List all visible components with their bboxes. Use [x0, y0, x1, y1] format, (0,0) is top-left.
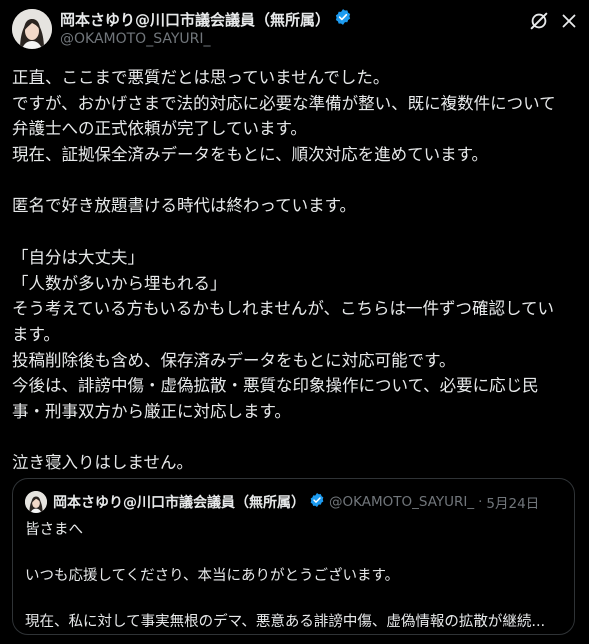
post-line: 事・刑事双方から厳正に対応します。 — [12, 401, 291, 421]
quoted-line: 皆さまへ — [25, 522, 83, 538]
quoted-body: 皆さまへ いつも応援してくださり、本当にありがとうございます。 現在、私に対して… — [25, 517, 565, 635]
quoted-line: 現在、私に対して事実無根のデマ、悪意ある誹謗中傷、虚偽情報の拡散が継続... — [25, 614, 546, 630]
post-line: ます。 — [12, 324, 60, 344]
post-line — [12, 219, 582, 245]
post-line — [12, 425, 582, 451]
post-line: 弁護士への正式依頼が完了しています。 — [12, 119, 307, 139]
post-line: 「自分は大丈夫」 — [12, 247, 144, 267]
quoted-line — [25, 543, 565, 563]
verified-badge-icon — [309, 492, 325, 512]
post-line: 投稿削除後も含め、保存済みデータをもとに対応可能です。 — [12, 350, 456, 370]
meta-separator: · — [478, 494, 483, 510]
post-line — [12, 168, 582, 194]
quoted-author-avatar — [25, 491, 47, 513]
quoted-line — [25, 589, 565, 609]
post-line: 正直、ここまで悪質だとは思っていませんでした。 — [12, 68, 390, 87]
post-line: 泣き寝入りはしません。 — [12, 453, 194, 473]
author-name-row: 岡本さゆり@川口市議会議員（無所属） — [60, 8, 352, 30]
quoted-header: 岡本さゆり@川口市議会議員（無所属） @OKAMOTO_SAYURI_ · 5月… — [53, 491, 539, 513]
author-handle[interactable]: @OKAMOTO_SAYURI_ — [60, 31, 211, 47]
post-line: 現在、証拠保全済みデータをもとに、順次対応を進めています。 — [12, 145, 489, 165]
quoted-line: いつも応援してくださり、本当にありがとうございます。 — [25, 568, 400, 584]
post-line: 「人数が多いから埋もれる」 — [12, 273, 227, 293]
verified-badge-icon — [334, 8, 352, 30]
post-line: 匿名で好き放題書ける時代は終わっています。 — [12, 196, 357, 216]
post-line: 今後は、誹謗中傷・虚偽拡散・悪質な印象操作について、必要に応じ民 — [12, 376, 539, 396]
post-body: 正直、ここまで悪質だとは思っていませんでした。 ですが、おかげさまで法的対応に必… — [12, 65, 582, 476]
grok-icon[interactable] — [528, 10, 550, 32]
quoted-author-name: 岡本さゆり@川口市議会議員（無所属） — [53, 495, 305, 511]
post-line: ですが、おかげさまで法的対応に必要な準備が整い、既に複数件について — [12, 93, 556, 113]
post-line: そう考えている方もいるかもしれませんが、こちらは一件ずつ確認してい — [12, 299, 555, 319]
quoted-handle: @OKAMOTO_SAYURI_ — [329, 494, 475, 510]
more-options-icon[interactable] — [558, 10, 580, 32]
quoted-post[interactable]: 岡本さゆり@川口市議会議員（無所属） @OKAMOTO_SAYURI_ · 5月… — [12, 478, 575, 635]
quoted-date: 5月24日 — [486, 496, 540, 512]
author-avatar[interactable] — [12, 9, 52, 49]
author-name[interactable]: 岡本さゆり@川口市議会議員（無所属） — [60, 9, 330, 30]
